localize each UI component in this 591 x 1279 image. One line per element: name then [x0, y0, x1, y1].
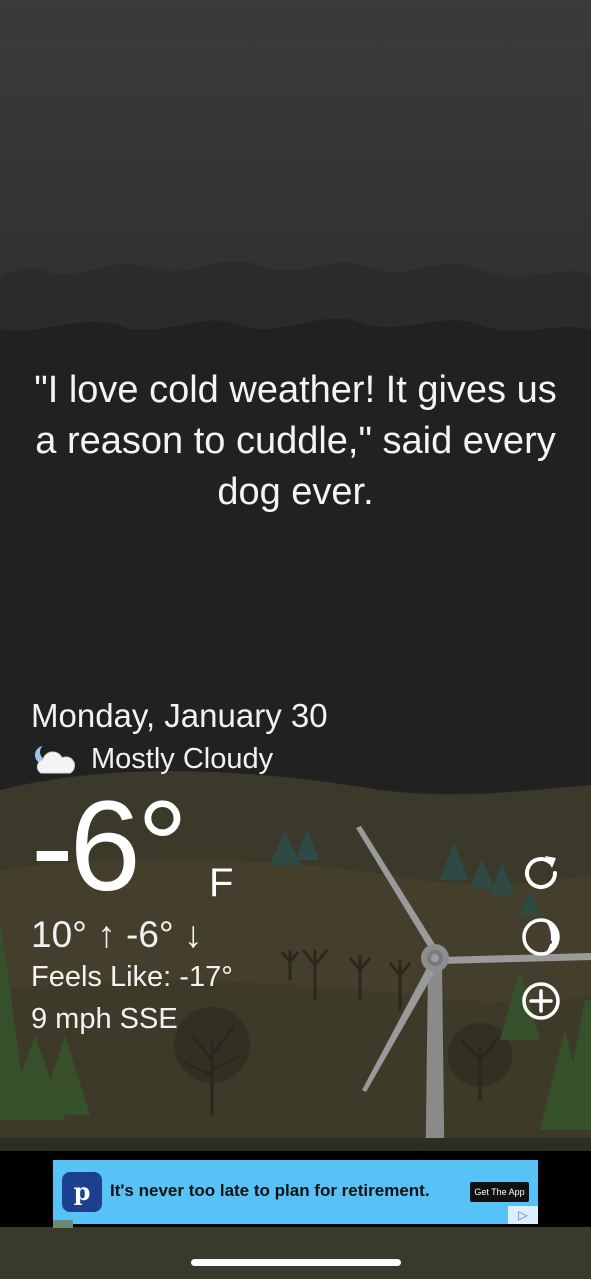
feels-like: Feels Like: -17° — [31, 961, 233, 993]
ad-text: It's never too late to plan for retireme… — [110, 1181, 430, 1200]
weather-quote: "I love cold weather! It gives us a reas… — [34, 369, 557, 513]
forecast-date: Monday, January 30 — [31, 697, 328, 734]
ad-decoration — [53, 1220, 73, 1228]
partly-cloudy-night-icon — [35, 744, 75, 774]
ad-choices-icon[interactable]: ▷ — [508, 1206, 538, 1224]
current-temperature: -6° — [31, 775, 188, 918]
temperature-unit: F — [209, 861, 234, 905]
home-indicator[interactable] — [191, 1259, 401, 1266]
weather-condition: Mostly Cloudy — [91, 743, 274, 775]
high-low-temperature: 10° ↑ -6° ↓ — [31, 914, 203, 955]
refresh-icon[interactable] — [520, 852, 562, 894]
moon-phase-icon[interactable] — [520, 916, 562, 958]
plus-circle-icon[interactable] — [520, 980, 562, 1022]
weather-scene-background — [0, 0, 591, 1279]
ad-get-app-button[interactable]: Get The App — [470, 1182, 529, 1202]
ad-logo-icon: p — [62, 1172, 102, 1212]
ad-banner[interactable]: p It's never too late to plan for retire… — [53, 1160, 538, 1224]
wind-speed: 9 mph SSE — [31, 1003, 178, 1035]
